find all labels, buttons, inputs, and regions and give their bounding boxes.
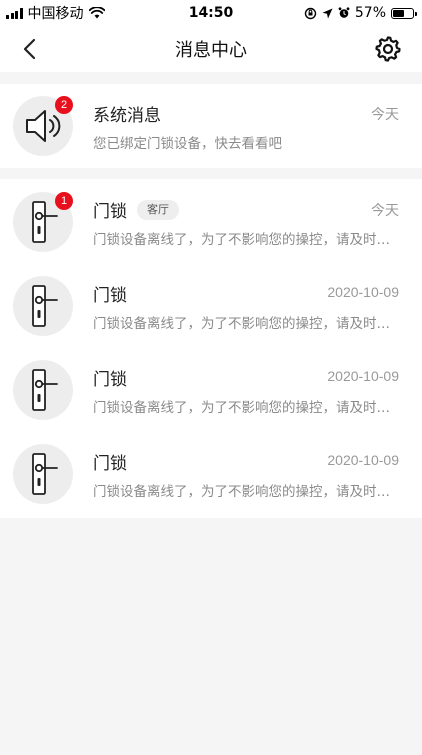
page-title: 消息中心 <box>175 40 247 61</box>
system-date: 今天 <box>371 106 399 122</box>
chevron-left-icon <box>23 38 36 60</box>
system-title: 系统消息 <box>93 106 161 126</box>
status-left: 中国移动 <box>6 3 105 23</box>
door-lock-icon <box>32 285 58 327</box>
unread-badge: 1 <box>55 192 73 210</box>
system-title-line: 系统消息 <box>93 101 161 126</box>
rotation-lock-icon <box>304 7 317 19</box>
message-title: 门锁 <box>93 454 127 474</box>
unread-badge: 2 <box>55 96 73 114</box>
message-title: 门锁 <box>93 370 127 390</box>
battery-percent: 57% <box>354 5 386 21</box>
lock-avatar <box>13 360 73 420</box>
message-date: 2020-10-09 <box>327 452 399 468</box>
message-subtitle: 门锁设备离线了，为了不影响您的操控，请及时检查设备 <box>93 400 393 416</box>
message-subtitle: 门锁设备离线了，为了不影响您的操控，请及时检查设备 <box>93 232 393 248</box>
message-date: 2020-10-09 <box>327 284 399 300</box>
settings-button[interactable] <box>374 35 402 63</box>
message-title-line: 门锁 客厅 <box>93 197 179 222</box>
carrier-label: 中国移动 <box>27 6 84 22</box>
door-lock-icon <box>32 453 58 495</box>
back-button[interactable] <box>16 36 42 62</box>
nav-bar: 消息中心 <box>0 26 422 72</box>
lock-avatar <box>13 276 73 336</box>
message-row[interactable]: 门锁 2020-10-09 门锁设备离线了，为了不影响您的操控，请及时检查设备 <box>0 432 422 516</box>
message-title: 门锁 <box>93 202 127 222</box>
message-date: 今天 <box>371 202 399 218</box>
message-title-line: 门锁 <box>93 449 127 474</box>
system-subtitle: 您已绑定门锁设备，快去看看吧 <box>93 136 282 152</box>
status-right: 57% <box>304 5 417 21</box>
wifi-icon <box>88 7 105 19</box>
location-icon <box>322 8 333 18</box>
message-row[interactable]: 门锁 2020-10-09 门锁设备离线了，为了不影响您的操控，请及时检查设备 <box>0 348 422 432</box>
message-row[interactable]: 门锁 2020-10-09 门锁设备离线了，为了不影响您的操控，请及时检查设备 <box>0 264 422 348</box>
signal-icon <box>6 7 23 19</box>
message-date: 2020-10-09 <box>327 368 399 384</box>
lock-avatar <box>13 444 73 504</box>
message-subtitle: 门锁设备离线了，为了不影响您的操控，请及时检查设备 <box>93 316 393 332</box>
battery-level <box>393 9 404 17</box>
message-title-line: 门锁 <box>93 365 127 390</box>
system-message-card[interactable]: 2 系统消息 今天 您已绑定门锁设备，快去看看吧 <box>0 84 422 168</box>
status-bar: 中国移动 14:50 57% <box>0 0 422 26</box>
system-message-row[interactable]: 2 系统消息 今天 您已绑定门锁设备，快去看看吧 <box>0 84 422 168</box>
message-title: 门锁 <box>93 286 127 306</box>
door-lock-icon <box>32 201 58 243</box>
gear-icon <box>375 36 401 62</box>
room-tag: 客厅 <box>137 199 179 220</box>
message-list: 1 门锁 客厅 今天 门锁设备离线了，为了不影响您的操控，请及时检查设备 门锁 … <box>0 179 422 518</box>
message-subtitle: 门锁设备离线了，为了不影响您的操控，请及时检查设备 <box>93 484 393 500</box>
message-title-line: 门锁 <box>93 281 127 306</box>
message-row[interactable]: 1 门锁 客厅 今天 门锁设备离线了，为了不影响您的操控，请及时检查设备 <box>0 180 422 264</box>
battery-icon <box>391 7 417 19</box>
alarm-icon <box>338 7 350 18</box>
door-lock-icon <box>32 369 58 411</box>
